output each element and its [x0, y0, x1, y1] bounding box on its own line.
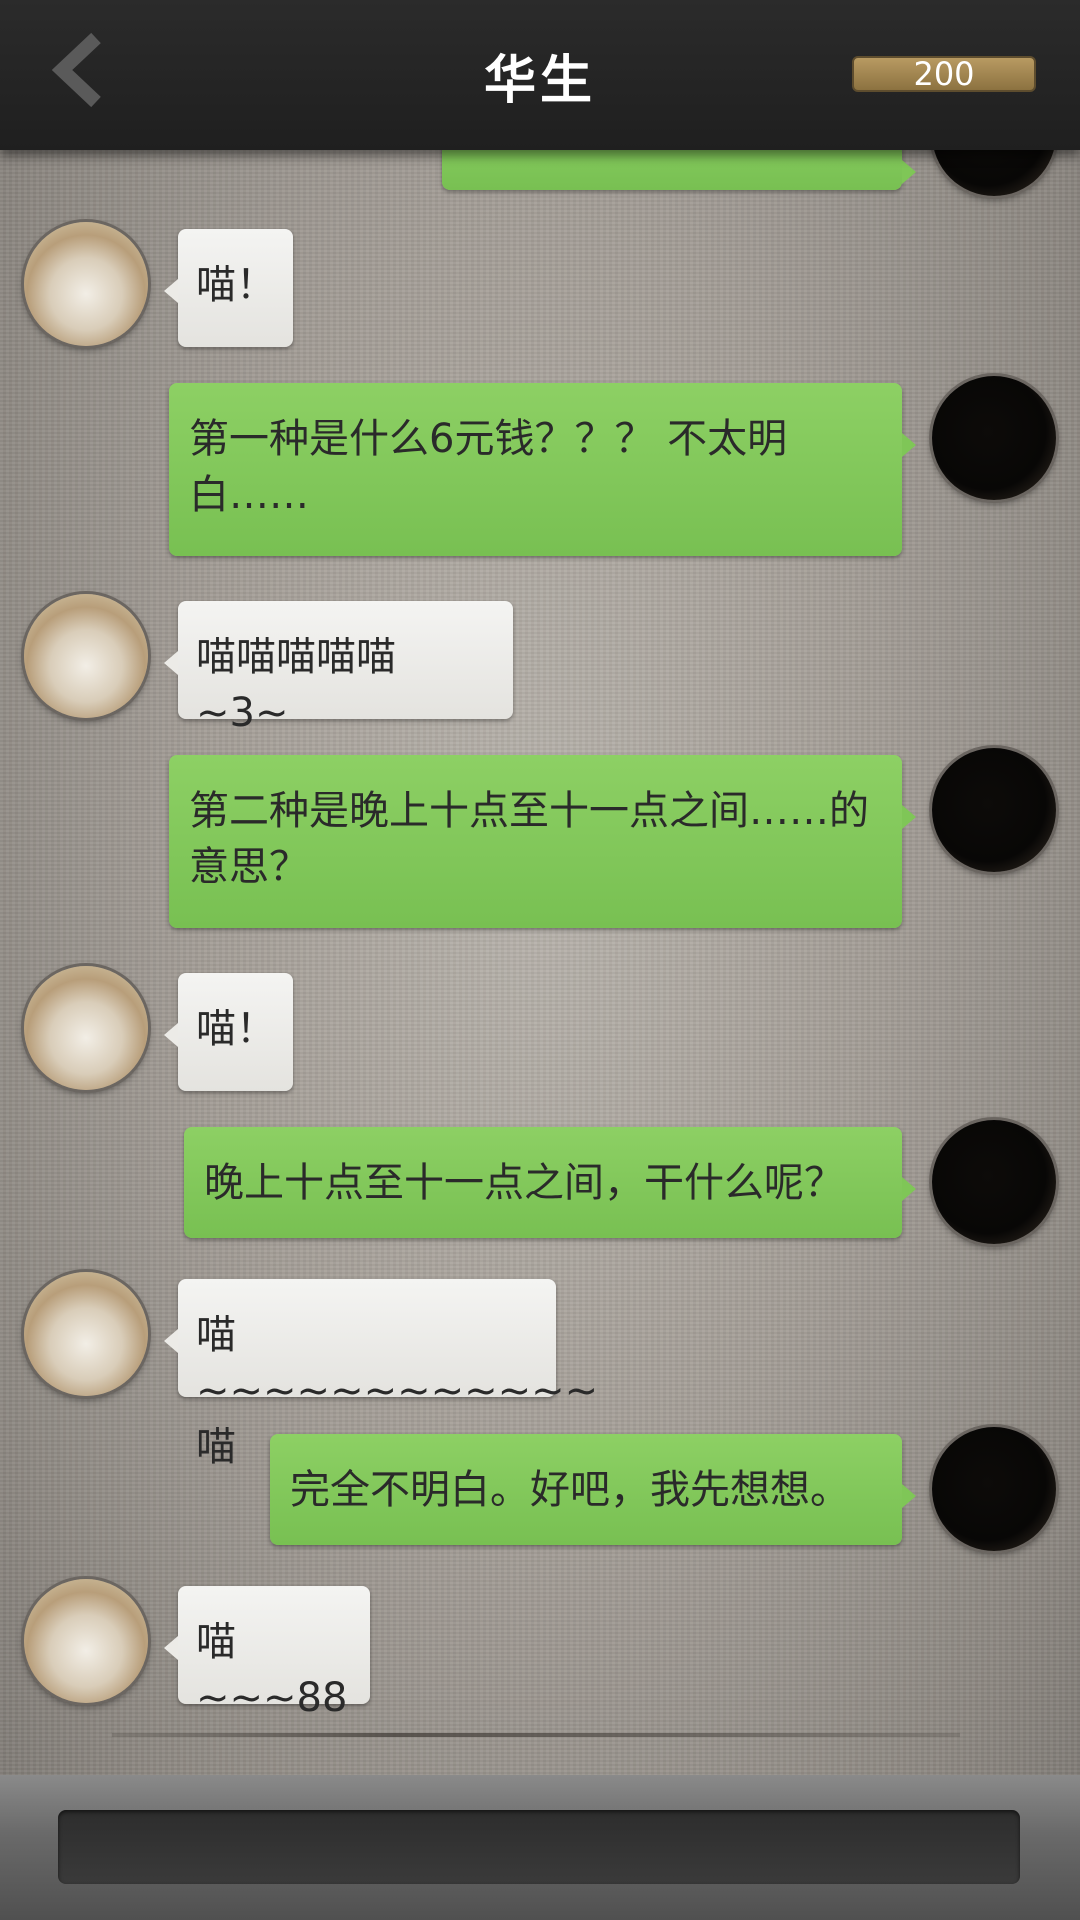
top-bar: 华生 200 — [0, 0, 1080, 150]
cat-avatar — [24, 222, 148, 346]
message-bubble-cat: 喵喵喵喵喵 ~3~ — [164, 601, 513, 736]
message-bubble-me: 第二种是晚上十点至十一点之间……的意思？ — [169, 755, 916, 928]
player-avatar — [932, 1120, 1056, 1244]
message-bubble-me: 完全不明白。好吧，我先想想。 — [270, 1434, 916, 1545]
message-text: 第二种是晚上十点至十一点之间……的意思？ — [189, 788, 869, 890]
player-avatar — [932, 1427, 1056, 1551]
message-input[interactable] — [58, 1810, 1020, 1884]
divider — [112, 1733, 960, 1737]
cat-avatar — [24, 1579, 148, 1703]
message-text: 喵~~~88 — [196, 1619, 348, 1721]
chat-log[interactable]: 喵！ 第一种是什么6元钱？？？ 不太明白…… 喵喵喵喵喵 ~3~ 第二种是晚上十… — [0, 0, 1080, 1775]
coin-counter: 200 — [852, 56, 1036, 92]
message-bubble-me: 第一种是什么6元钱？？？ 不太明白…… — [169, 383, 916, 556]
player-avatar — [932, 748, 1056, 872]
message-bubble-cat: 喵！ — [164, 229, 293, 347]
message-text: 喵喵喵喵喵 ~3~ — [196, 634, 396, 736]
cat-avatar — [24, 594, 148, 718]
message-text: 喵！ — [196, 262, 276, 308]
message-text: 喵！ — [196, 1006, 276, 1052]
message-text: 完全不明白。好吧，我先想想。 — [290, 1467, 850, 1513]
player-avatar — [932, 376, 1056, 500]
cat-avatar — [24, 966, 148, 1090]
cat-avatar — [24, 1272, 148, 1396]
message-bubble-cat: 喵！ — [164, 973, 293, 1091]
message-bubble-cat: 喵~~~~~~~~~~~~喵 — [164, 1279, 598, 1470]
message-bubble-cat: 喵~~~88 — [164, 1586, 370, 1721]
message-text: 第一种是什么6元钱？？？ 不太明白…… — [189, 416, 788, 518]
message-text: 晚上十点至十一点之间，干什么呢？ — [204, 1160, 844, 1206]
message-bubble-me: 晚上十点至十一点之间，干什么呢？ — [184, 1127, 916, 1238]
